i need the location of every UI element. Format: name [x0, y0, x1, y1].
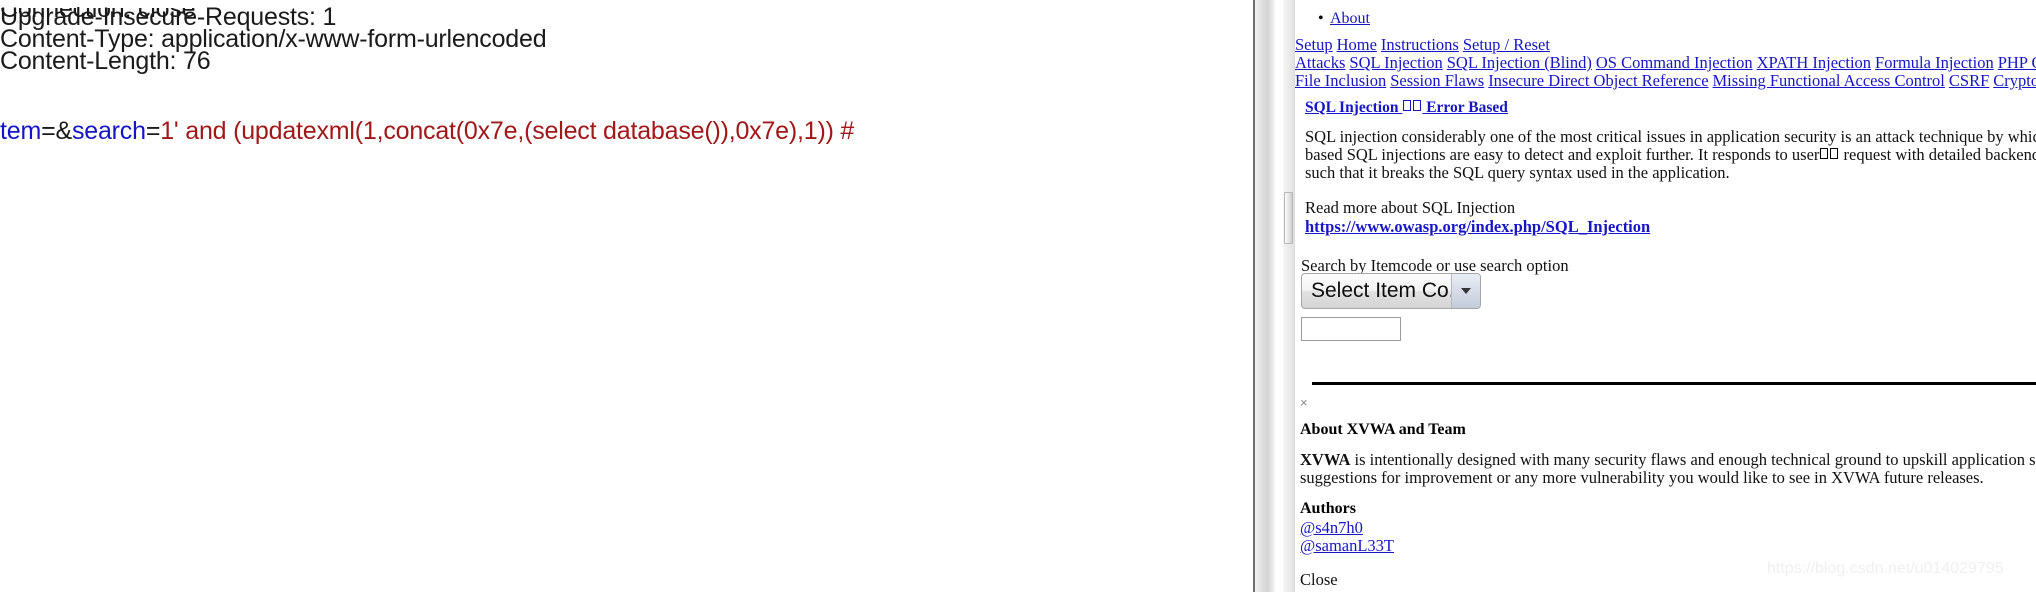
- description-line: based SQL injections are easy to detect …: [1305, 146, 2036, 164]
- sql-injection-payload: 1' and (updatexml(1,concat(0x7e,(select …: [160, 117, 855, 145]
- bullet-icon: •: [1318, 10, 1324, 27]
- body-ampersand: &: [55, 117, 72, 145]
- search-input[interactable]: [1301, 317, 1401, 341]
- nav-link-cryptography[interactable]: Cryptography: [1993, 71, 2036, 90]
- description-line: SQL injection considerably one of the mo…: [1305, 127, 2036, 146]
- watermark: https://blog.csdn.net/u014029795: [1767, 560, 2004, 577]
- description-line2-post: request with detailed backend error mess…: [1843, 145, 2036, 164]
- body-param-search: search: [71, 117, 146, 145]
- read-more-label: Read more about SQL Injection: [1305, 198, 1516, 217]
- chevron-down-icon[interactable]: [1451, 274, 1480, 308]
- nav-link-os-command-injection[interactable]: OS Command Injection: [1596, 53, 1753, 72]
- page-title-post: Error Based: [1426, 99, 1508, 116]
- request-header-line: Content-Length: 76: [0, 47, 211, 75]
- nav-link-sql-injection[interactable]: SQL Injection: [1349, 53, 1442, 72]
- nav-link-formula-injection[interactable]: Formula Injection: [1875, 53, 1994, 72]
- page-title-pre: SQL Injection: [1305, 99, 1399, 116]
- nav-link-xpath-injection[interactable]: XPATH Injection: [1757, 53, 1871, 72]
- description-block: SQL injection considerably one of the mo…: [1305, 128, 2036, 182]
- about-heading: About XVWA and Team: [1300, 421, 1466, 438]
- scrollbar-gap: [1275, 0, 1283, 592]
- nav-link-setup-reset[interactable]: Setup / Reset: [1463, 35, 1550, 54]
- about-line1-rest: is intentionally designed with many secu…: [1354, 450, 2036, 469]
- xvwa-page: • About Setup Home Instructions Setup / Rese…: [1295, 0, 2036, 592]
- about-bullet-item: • About: [1318, 10, 1370, 28]
- nav-link-insecure-direct-object-reference[interactable]: Insecure Direct Object Reference: [1488, 71, 1708, 90]
- request-body-line: tem=&search=1' and (updatexml(1,concat(0…: [0, 116, 854, 146]
- link-about[interactable]: About: [1330, 10, 1370, 27]
- page-scrollbar-track[interactable]: [1283, 0, 1295, 592]
- missing-glyph-icon: [1820, 148, 1829, 159]
- about-text-line: suggestions for improvement or any more …: [1300, 468, 1984, 487]
- body-equals: =: [41, 117, 56, 145]
- nav-link-missing-functional-access-control[interactable]: Missing Functional Access Control: [1713, 71, 1945, 90]
- nav-row-attacks: Attacks SQL Injection SQL Injection (Blind…: [1295, 54, 2036, 72]
- body-equals: =: [145, 117, 161, 145]
- about-text-block: XVWA is intentionally designed with many…: [1300, 451, 2036, 487]
- nav-link-file-inclusion[interactable]: File Inclusion: [1295, 71, 1386, 90]
- page-scrollbar-thumb[interactable]: [1284, 192, 1293, 244]
- outer-scrollbar-track[interactable]: [1255, 0, 1275, 592]
- close-icon[interactable]: ×: [1300, 395, 1308, 410]
- nav-link-csrf[interactable]: CSRF: [1949, 71, 1989, 90]
- description-line2-pre: based SQL injections are easy to detect …: [1305, 145, 1820, 164]
- missing-glyph-icon: [1413, 100, 1422, 111]
- missing-glyph-icon: [1830, 148, 1839, 159]
- divider-rule: [1312, 382, 2036, 385]
- link-owasp-sql-injection[interactable]: https://www.owasp.org/index.php/SQL_Inje…: [1305, 217, 1650, 237]
- nav-link-php-object-injection[interactable]: PHP Object Injection: [1998, 53, 2036, 72]
- author-link-samanl33t[interactable]: @samanL33T: [1300, 536, 1394, 556]
- item-code-select-wrapper[interactable]: Select Item Co...: [1301, 273, 1481, 309]
- nav-link-setup[interactable]: Setup: [1295, 35, 1333, 54]
- authors-heading: Authors: [1300, 500, 1357, 517]
- nav-link-home[interactable]: Home: [1337, 35, 1377, 54]
- screenshot-root: Connection: close Upgrade-Insecure-Reque…: [0, 0, 2036, 592]
- nav-row-more: File Inclusion Session Flaws Insecure Dire…: [1295, 72, 2036, 90]
- nav-link-sql-injection-blind[interactable]: SQL Injection (Blind): [1447, 53, 1592, 72]
- item-code-select-value: Select Item Co...: [1311, 279, 1451, 302]
- http-request-pane[interactable]: Connection: close Upgrade-Insecure-Reque…: [0, 0, 1253, 592]
- close-button[interactable]: Close: [1300, 570, 1338, 590]
- item-code-select[interactable]: Select Item Co...: [1301, 273, 1481, 309]
- about-brand: XVWA: [1300, 450, 1351, 469]
- about-text-line: XVWA is intentionally designed with many…: [1300, 451, 2036, 469]
- body-param-name: tem: [0, 117, 42, 145]
- author-link-s4n7h0[interactable]: @s4n7h0: [1300, 518, 1363, 538]
- navigation: Setup Home Instructions Setup / Reset Attac…: [1295, 36, 2036, 90]
- nav-row-setup: Setup Home Instructions Setup / Reset: [1295, 36, 2036, 54]
- page-title: SQL Injection Error Based: [1305, 99, 1508, 117]
- nav-link-instructions[interactable]: Instructions: [1381, 35, 1459, 54]
- description-line: such that it breaks the SQL query syntax…: [1305, 163, 1730, 182]
- nav-link-attacks[interactable]: Attacks: [1295, 53, 1345, 72]
- missing-glyph-icon: [1403, 100, 1412, 111]
- nav-link-session-flaws[interactable]: Session Flaws: [1390, 71, 1484, 90]
